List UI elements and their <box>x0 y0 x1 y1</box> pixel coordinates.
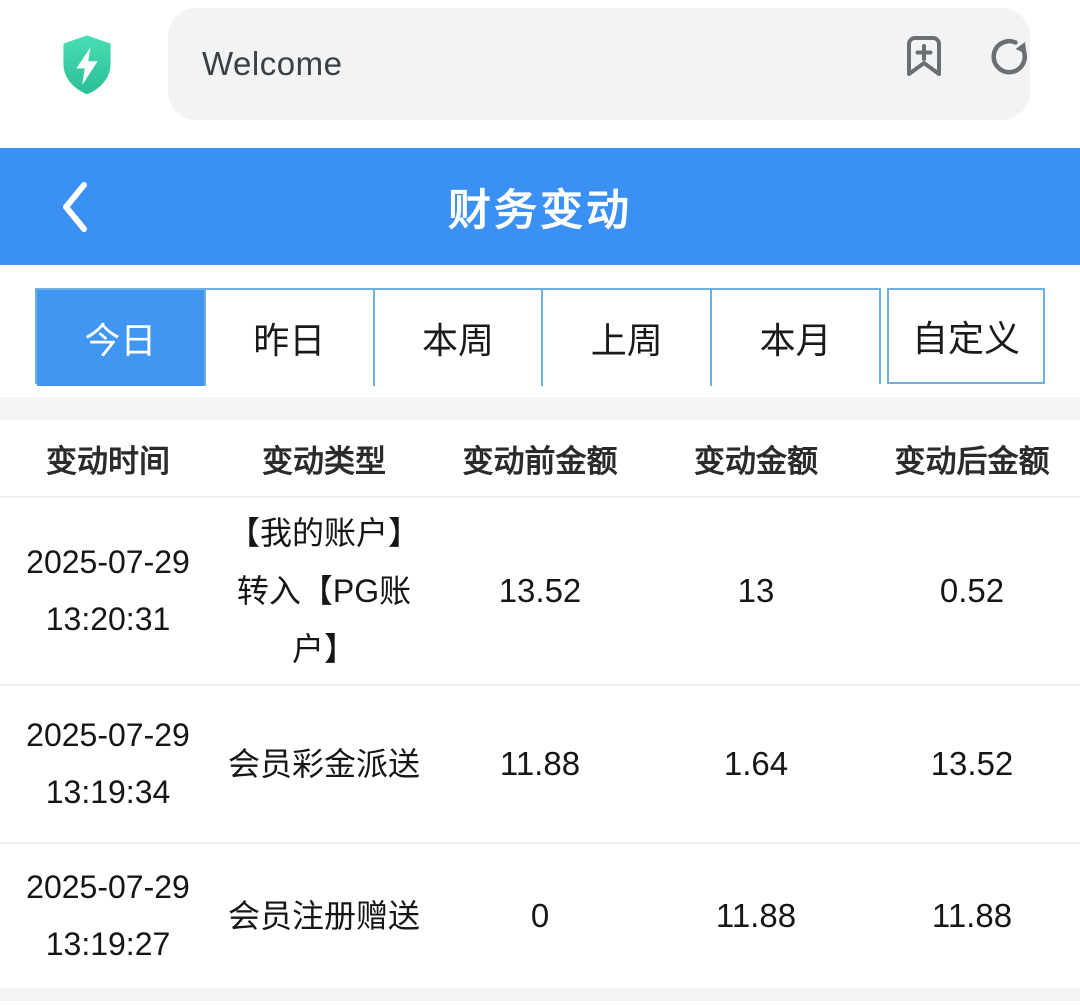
cell-date-text: 2025-07-29 <box>6 707 210 764</box>
table-row: 2025-07-29 13:19:27 会员注册赠送 0 11.88 11.88 <box>0 843 1080 988</box>
cell-before: 13.52 <box>432 497 648 685</box>
cell-change: 11.88 <box>648 843 864 988</box>
col-header-after: 变动后金额 <box>864 420 1080 497</box>
tab-this-week[interactable]: 本周 <box>375 290 544 386</box>
cell-date-text: 2025-07-29 <box>6 534 210 591</box>
table-row: 2025-07-29 13:20:31 【我的账户】转入【PG账户】 13.52… <box>0 497 1080 685</box>
tab-group: 今日 昨日 本周 上周 本月 <box>35 288 881 384</box>
cell-clock-text: 13:20:31 <box>6 591 210 648</box>
cell-change: 13 <box>648 497 864 685</box>
col-header-change: 变动金额 <box>648 420 864 497</box>
chevron-left-icon <box>58 179 92 235</box>
page-header: 财务变动 <box>0 148 1080 265</box>
cell-type: 会员注册赠送 <box>216 843 432 988</box>
cell-after: 0.52 <box>864 497 1080 685</box>
table-header-row: 变动时间 变动类型 变动前金额 变动金额 变动后金额 <box>0 420 1080 497</box>
bookmark-add-icon[interactable] <box>900 32 948 80</box>
cell-clock-text: 13:19:34 <box>6 764 210 821</box>
shield-lightning-icon[interactable] <box>58 33 116 99</box>
section-divider <box>0 397 1080 420</box>
cell-before: 11.88 <box>432 685 648 843</box>
cell-after: 11.88 <box>864 843 1080 988</box>
cell-time: 2025-07-29 13:19:27 <box>0 843 216 988</box>
cell-date-text: 2025-07-29 <box>6 859 210 916</box>
col-header-before: 变动前金额 <box>432 420 648 497</box>
browser-top-bar: Welcome <box>0 0 1080 148</box>
cell-time: 2025-07-29 13:20:31 <box>0 497 216 685</box>
refresh-icon[interactable] <box>984 32 1032 80</box>
cell-change: 1.64 <box>648 685 864 843</box>
col-header-type: 变动类型 <box>216 420 432 497</box>
tab-yesterday[interactable]: 昨日 <box>206 290 375 386</box>
tab-last-week[interactable]: 上周 <box>543 290 712 386</box>
col-header-time: 变动时间 <box>0 420 216 497</box>
cell-clock-text: 13:19:27 <box>6 916 210 973</box>
cell-before: 0 <box>432 843 648 988</box>
cell-type: 【我的账户】转入【PG账户】 <box>216 497 432 685</box>
address-bar-text: Welcome <box>202 45 342 83</box>
page-title: 财务变动 <box>448 176 632 238</box>
date-filter-tabs: 今日 昨日 本周 上周 本月 自定义 <box>0 265 1080 384</box>
address-bar-actions <box>900 0 1032 112</box>
table-row: 2025-07-29 13:19:34 会员彩金派送 11.88 1.64 13… <box>0 685 1080 843</box>
tab-today[interactable]: 今日 <box>37 290 206 386</box>
back-button[interactable] <box>40 148 110 265</box>
transactions-table: 变动时间 变动类型 变动前金额 变动金额 变动后金额 2025-07-29 13… <box>0 420 1080 988</box>
cell-after: 13.52 <box>864 685 1080 843</box>
cell-time: 2025-07-29 13:19:34 <box>0 685 216 843</box>
cell-type: 会员彩金派送 <box>216 685 432 843</box>
bottom-divider <box>0 988 1080 1001</box>
tab-this-month[interactable]: 本月 <box>712 290 879 386</box>
tab-custom[interactable]: 自定义 <box>887 288 1045 384</box>
